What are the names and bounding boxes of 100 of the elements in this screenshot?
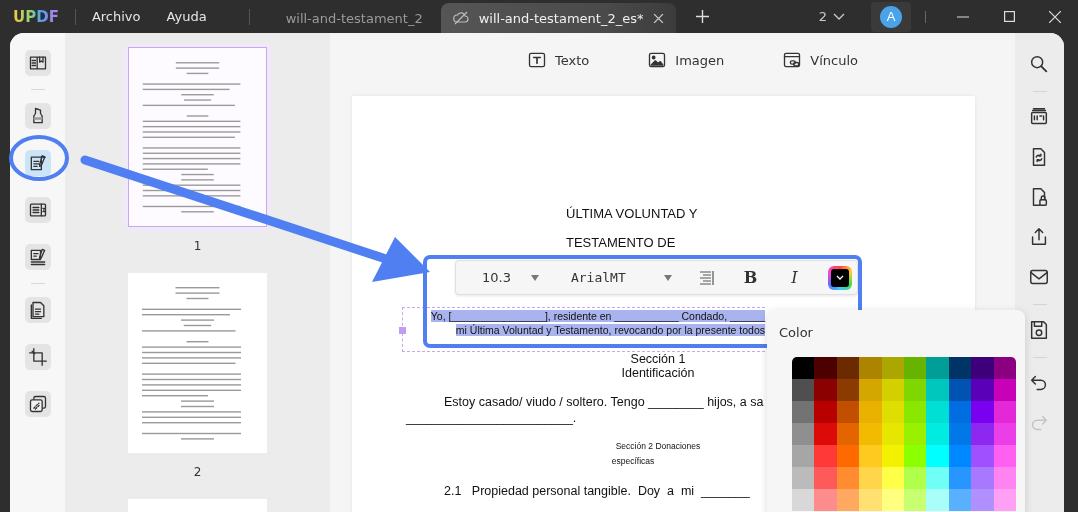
color-swatch[interactable] — [792, 423, 815, 445]
selected-text[interactable]: Yo, [________________], residente en ___________ Condado, ______ mi Última Voluntad y Testamento, revocando por la presente todos — [428, 309, 765, 337]
color-swatch[interactable] — [881, 467, 904, 489]
color-swatch[interactable] — [792, 467, 815, 489]
close-icon[interactable] — [653, 12, 665, 24]
color-swatch[interactable] — [903, 467, 927, 489]
color-swatch[interactable] — [948, 489, 972, 511]
color-swatch[interactable] — [814, 423, 837, 445]
color-swatch[interactable] — [948, 423, 972, 445]
document-pen-tool[interactable] — [24, 150, 51, 176]
color-swatch[interactable] — [903, 401, 927, 423]
color-swatch[interactable] — [903, 489, 927, 511]
color-swatch[interactable] — [792, 401, 815, 423]
pages-tool[interactable] — [24, 297, 51, 323]
color-swatch[interactable] — [948, 401, 972, 423]
highlighter-tool[interactable] — [24, 103, 51, 129]
document-list-tool[interactable] — [24, 197, 51, 223]
color-swatch[interactable] — [993, 489, 1016, 511]
color-swatch[interactable] — [948, 445, 972, 467]
color-swatch[interactable] — [926, 423, 949, 445]
color-swatch[interactable] — [792, 379, 815, 401]
crop-tool[interactable] — [24, 344, 51, 370]
font-size-dropdown[interactable]: 10.3 — [482, 270, 539, 285]
layers-tool[interactable] — [24, 391, 51, 417]
color-swatch[interactable] — [926, 401, 949, 423]
color-swatch[interactable] — [859, 401, 882, 423]
bold-button[interactable]: B — [741, 268, 760, 287]
color-swatch[interactable] — [993, 357, 1016, 379]
color-swatch[interactable] — [859, 423, 882, 445]
book-tool[interactable] — [24, 50, 51, 76]
resize-handle[interactable] — [399, 327, 406, 334]
color-swatch[interactable] — [836, 357, 860, 379]
color-swatch[interactable] — [971, 423, 994, 445]
menu-item[interactable]: Ayuda — [166, 5, 207, 28]
color-swatch[interactable] — [836, 401, 860, 423]
color-swatch[interactable] — [814, 489, 837, 511]
color-swatch[interactable] — [971, 445, 994, 467]
color-swatch[interactable] — [903, 423, 927, 445]
link-icon — [782, 50, 803, 70]
color-swatch[interactable] — [881, 357, 904, 379]
color-swatch[interactable] — [881, 489, 904, 511]
align-button[interactable] — [697, 269, 714, 286]
color-swatch[interactable] — [948, 379, 972, 401]
color-swatch[interactable] — [926, 489, 949, 511]
color-swatch[interactable] — [792, 445, 815, 467]
color-swatch[interactable] — [881, 401, 904, 423]
color-swatch[interactable] — [993, 379, 1016, 401]
color-swatch[interactable] — [971, 489, 994, 511]
color-swatch[interactable] — [971, 357, 994, 379]
color-swatch[interactable] — [881, 445, 904, 467]
color-swatch[interactable] — [993, 445, 1016, 467]
document-tab[interactable]: will-and-testament_2 — [273, 3, 435, 33]
color-swatch[interactable] — [814, 467, 837, 489]
add-link-button[interactable]: Vínculo — [778, 48, 862, 72]
italic-button[interactable]: I — [789, 268, 800, 287]
color-swatch[interactable] — [971, 401, 994, 423]
color-swatch[interactable] — [836, 379, 860, 401]
color-swatch[interactable] — [881, 379, 904, 401]
color-swatch[interactable] — [859, 379, 882, 401]
color-swatch[interactable] — [903, 445, 927, 467]
color-swatch[interactable] — [836, 423, 860, 445]
add-text-button[interactable]: Texto — [523, 48, 594, 72]
add-tab-icon[interactable] — [696, 10, 710, 23]
color-swatch[interactable] — [903, 357, 927, 379]
color-swatch[interactable] — [792, 489, 815, 511]
color-swatch[interactable] — [814, 357, 837, 379]
color-swatch[interactable] — [859, 445, 882, 467]
menu-item[interactable]: Archivo — [91, 5, 141, 28]
pen-form-tool[interactable] — [24, 244, 51, 270]
color-swatch[interactable] — [814, 379, 837, 401]
add-image-button[interactable]: Imagen — [643, 48, 729, 72]
color-swatch[interactable] — [971, 379, 994, 401]
color-swatch[interactable] — [836, 445, 860, 467]
dropdown-caret-icon — [530, 274, 539, 281]
color-swatch[interactable] — [948, 357, 972, 379]
color-swatch[interactable] — [926, 445, 949, 467]
color-swatch[interactable] — [792, 357, 815, 379]
color-swatch[interactable] — [814, 401, 837, 423]
color-swatch[interactable] — [814, 445, 837, 467]
color-swatch[interactable] — [836, 467, 860, 489]
color-swatch[interactable] — [881, 423, 904, 445]
document-title: TESTAMENTO DE — [566, 234, 677, 252]
color-swatch[interactable] — [926, 467, 949, 489]
color-swatch[interactable] — [993, 423, 1016, 445]
color-swatch[interactable] — [903, 379, 927, 401]
color-swatch[interactable] — [859, 489, 882, 511]
color-swatch[interactable] — [971, 467, 994, 489]
font-dropdown[interactable]: ArialMT — [570, 270, 672, 285]
color-swatch[interactable] — [836, 489, 860, 511]
color-swatch[interactable] — [993, 467, 1016, 489]
color-swatch[interactable] — [926, 379, 949, 401]
document-tab[interactable]: will-and-testament_2_es* — [440, 3, 677, 33]
color-swatch[interactable] — [859, 357, 882, 379]
text-color-button[interactable] — [827, 265, 852, 290]
color-swatch[interactable] — [993, 401, 1016, 423]
page-switcher[interactable]: 2 — [812, 8, 851, 25]
color-swatch[interactable] — [926, 357, 949, 379]
color-swatch[interactable] — [948, 467, 972, 489]
color-swatch[interactable] — [859, 467, 882, 489]
document-text: Estoy casado/ viudo / soltero. Tengo ________ hijos, a sa — [444, 394, 764, 410]
